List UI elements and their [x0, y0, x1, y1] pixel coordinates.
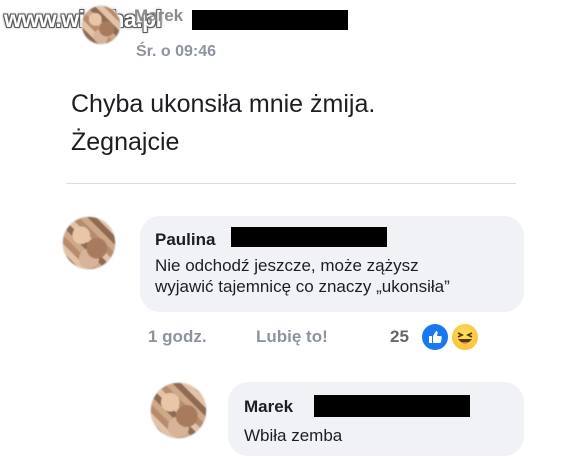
post-author-avatar[interactable] [82, 6, 120, 44]
reply-author-avatar[interactable] [151, 383, 206, 438]
haha-reaction-icon[interactable] [452, 324, 478, 350]
reaction-count[interactable]: 25 [390, 327, 409, 347]
post-timestamp[interactable]: Śr. o 09:46 [136, 43, 216, 61]
like-button[interactable]: Lubię to! [256, 327, 328, 347]
post-text-line-1: Chyba ukonsiła mnie żmija. [71, 90, 376, 118]
comment-author-name[interactable]: Paulina [155, 230, 215, 250]
post-author-name[interactable]: Marek [134, 6, 183, 26]
commenter-avatar[interactable] [63, 217, 115, 269]
thumbs-up-icon [429, 331, 442, 343]
comment-text-line-1: Nie odchodź jeszcze, może zążysz [155, 256, 419, 275]
laughing-face-icon [457, 332, 473, 344]
post-text-line-2: Żegnajcie [71, 128, 180, 156]
comment-time[interactable]: 1 godz. [148, 327, 207, 347]
redacted-reply-surname [314, 395, 470, 417]
reply-text: Wbiła zemba [244, 426, 343, 445]
like-reaction-icon[interactable] [422, 324, 448, 350]
reply-author-name[interactable]: Marek [244, 397, 293, 417]
post-divider [66, 183, 516, 184]
redacted-post-surname [192, 10, 348, 30]
redacted-comment-surname [231, 227, 387, 247]
comment-text-line-2: wyjawić tajemnicę co znaczy „ukonsiła” [155, 277, 450, 296]
